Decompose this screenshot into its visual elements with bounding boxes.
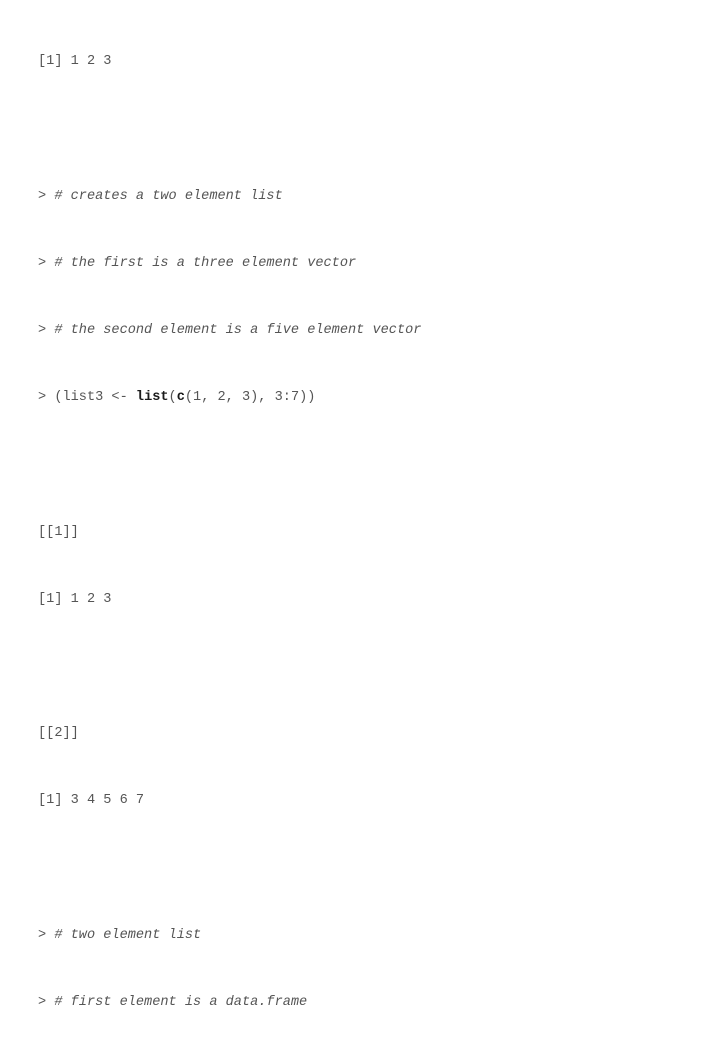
console-line-output: [1] 1 2 3 xyxy=(38,592,421,609)
prompt-symbol: > xyxy=(38,995,55,1011)
list-index-label: [[1]] xyxy=(38,524,79,540)
console-line-comment: > # first element is a data.frame xyxy=(38,995,421,1012)
console-line-command: > (list3 <- list(c(1, 2, 3), 3:7)) xyxy=(38,390,421,407)
prompt-symbol: > xyxy=(38,188,55,204)
comment-text: # the first is a three element vector xyxy=(54,255,357,271)
command-prefix: (list3 <- xyxy=(54,390,136,406)
prompt-symbol: > xyxy=(38,927,55,943)
output-text: [1] 1 2 3 xyxy=(38,591,112,607)
comment-text: # first element is a data.frame xyxy=(54,995,308,1011)
console-line-output: [1] 1 2 3 xyxy=(38,54,421,71)
function-name-list: list xyxy=(135,390,169,406)
output-text: [1] 3 4 5 6 7 xyxy=(38,793,145,809)
console-line-comment: > # two element list xyxy=(38,928,421,945)
comment-text: # creates a two element list xyxy=(54,188,283,204)
console-line-comment: > # the second element is a five element… xyxy=(38,323,421,340)
console-line-output: [[2]] xyxy=(38,726,421,743)
console-line-output: [[1]] xyxy=(38,525,421,542)
console-line-comment: > # creates a two element list xyxy=(38,189,421,206)
function-name-c: c xyxy=(176,390,185,406)
r-console-output: [1] 1 2 3 > # creates a two element list… xyxy=(38,4,421,1056)
prompt-symbol: > xyxy=(38,323,55,339)
console-line-output: [1] 3 4 5 6 7 xyxy=(38,793,421,810)
prompt-symbol: > xyxy=(38,390,55,406)
comment-text: # the second element is a five element v… xyxy=(54,323,422,339)
command-paren: ( xyxy=(168,390,177,406)
command-suffix: (1, 2, 3), 3:7)) xyxy=(184,390,316,406)
prompt-symbol: > xyxy=(38,255,55,271)
console-line-comment: > # the first is a three element vector xyxy=(38,256,421,273)
comment-text: # two element list xyxy=(54,927,202,943)
output-text: [1] 1 2 3 xyxy=(38,54,112,70)
list-index-label: [[2]] xyxy=(38,726,79,742)
